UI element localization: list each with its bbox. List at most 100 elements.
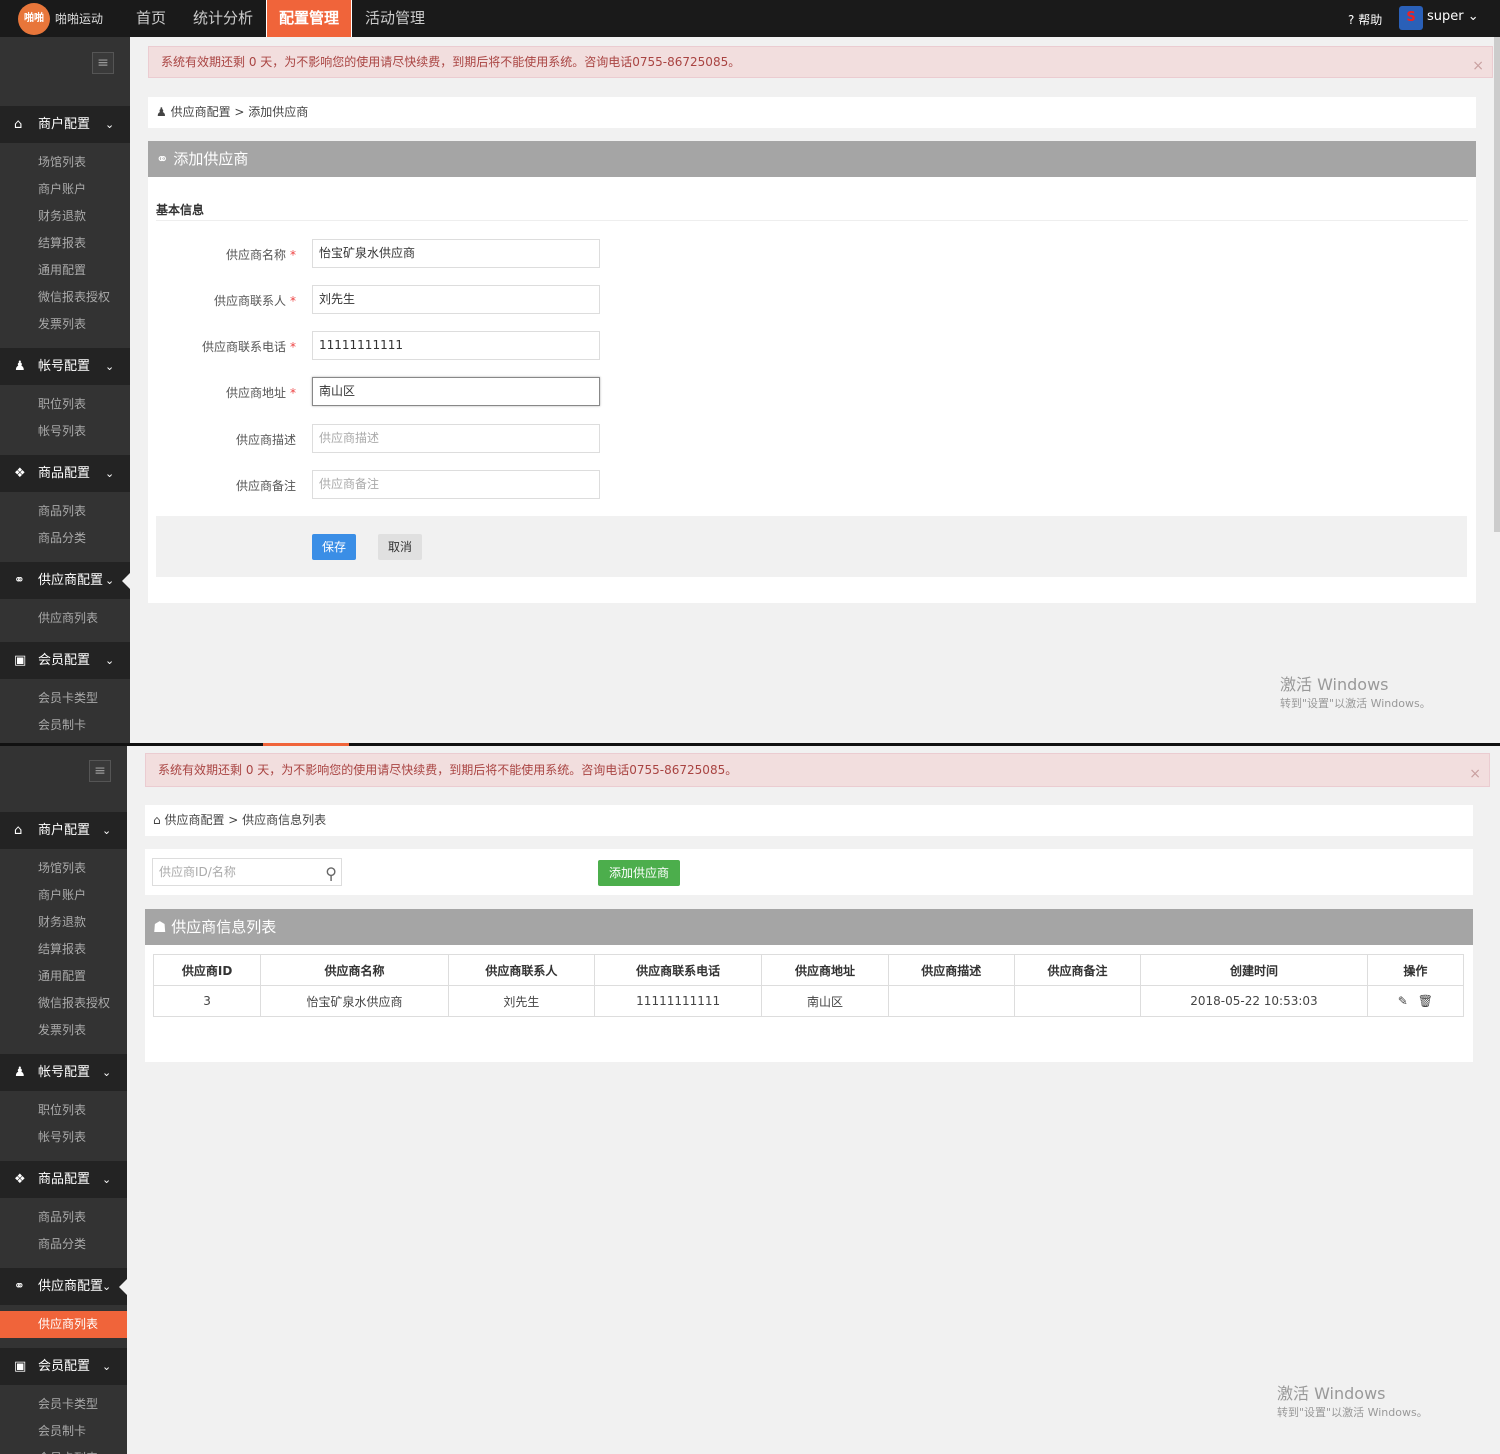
card-icon: ▣ (14, 653, 27, 668)
sidebar-item[interactable]: 商品分类 (0, 525, 130, 552)
required-mark: * (290, 340, 296, 354)
link-icon: ⚭ (156, 150, 169, 168)
sidebar-item[interactable]: 供应商列表 (0, 1311, 127, 1338)
sidebar-group-0[interactable]: ⌂ 商户配置 ⌄ (0, 812, 127, 849)
sidebar-item[interactable]: 财务退款 (0, 203, 130, 230)
sidebar-item[interactable]: 会员制卡 (0, 712, 130, 739)
sidebar-item[interactable]: 微信报表授权 (0, 284, 130, 311)
sidebar-item[interactable]: 商户账户 (0, 882, 127, 909)
nav-config[interactable]: 配置管理 (266, 0, 352, 37)
sidebar-item[interactable]: 通用配置 (0, 963, 127, 990)
field-input[interactable]: 供应商描述 (312, 424, 600, 453)
column-header: 供应商地址 (761, 954, 889, 986)
sidebar-item[interactable]: 商户账户 (0, 176, 130, 203)
sidebar-item[interactable]: 通用配置 (0, 257, 130, 284)
sidebar-item[interactable]: 发票列表 (0, 311, 130, 338)
nav-home[interactable]: 首页 (126, 0, 176, 37)
sidebar-group-label: 会员配置 (38, 1359, 91, 1374)
card-icon: ▣ (14, 1359, 27, 1374)
sidebar-item[interactable]: 商品分类 (0, 1231, 127, 1258)
sidebar-group-1[interactable]: ♟ 帐号配置 ⌄ (0, 1054, 127, 1091)
sidebar-group-4[interactable]: ▣ 会员配置 ⌄ (0, 642, 130, 679)
scrollbar[interactable] (1494, 37, 1500, 532)
add-supplier-button[interactable]: 添加供应商 (598, 860, 680, 886)
brand-logo: 啪啪 (18, 3, 50, 35)
home-icon: ⌂ (14, 823, 23, 838)
field-input[interactable]: 供应商备注 (312, 470, 600, 499)
sidebar-item[interactable]: 商品列表 (0, 1204, 127, 1231)
column-header: 供应商联系人 (447, 954, 595, 986)
user-menu[interactable]: super ⌄ (1427, 9, 1479, 24)
save-button[interactable]: 保存 (312, 534, 356, 560)
sidebar-group-label: 商户配置 (38, 823, 91, 838)
trash-icon[interactable]: 🗑 (1418, 994, 1433, 1008)
edit-icon[interactable]: ✎ (1398, 994, 1408, 1008)
user-icon: ♟ (14, 359, 26, 374)
panel-title: ⚭ 添加供应商 (148, 141, 1476, 177)
search-bar: 供应商ID/名称 ⚲ 添加供应商 (145, 849, 1473, 895)
column-header: 供应商ID (152, 954, 262, 986)
chevron-down-icon: ⌄ (105, 574, 115, 587)
table-header: 供应商ID 供应商名称 供应商联系人 供应商联系电话 供应商地址 供应商描述 供应商备注 创建… (152, 954, 1465, 986)
column-header: 供应商描述 (887, 954, 1015, 986)
chevron-down-icon: ⌄ (105, 467, 115, 480)
table-cell: 怡宝矿泉水供应商 (260, 985, 449, 1017)
sidebar-group-0[interactable]: ⌂ 商户配置 ⌄ (0, 106, 130, 143)
sidebar-item[interactable]: 会员卡列表 (0, 1445, 127, 1454)
sidebar-item[interactable]: 结算报表 (0, 230, 130, 257)
help-link[interactable]: ? 帮助 (1348, 11, 1382, 28)
sidebar-group-label: 供应商配置 (38, 1279, 104, 1294)
sidebar-group-4[interactable]: ▣ 会员配置 ⌄ (0, 1348, 127, 1385)
sidebar-item[interactable]: 帐号列表 (0, 1124, 127, 1151)
close-icon[interactable]: × (1469, 758, 1481, 790)
search-input[interactable]: 供应商ID/名称 ⚲ (152, 858, 342, 886)
windows-watermark: 激活 Windows 转到"设置"以激活 Windows。 (1277, 1384, 1428, 1419)
column-header: 操作 (1366, 954, 1465, 986)
field-input[interactable]: 11111111111 (312, 331, 600, 360)
top-navbar: 啪啪 啪啪运动 首页 统计分析 配置管理 活动管理 ? 帮助 S super ⌄ (0, 0, 1500, 37)
sidebar-item[interactable]: 商品列表 (0, 498, 130, 525)
sidebar-item[interactable]: 会员卡类型 (0, 685, 130, 712)
field-input[interactable]: 刘先生 (312, 285, 600, 314)
sidebar-item[interactable]: 会员卡类型 (0, 1391, 127, 1418)
sidebar-item[interactable]: 职位列表 (0, 1097, 127, 1124)
field-input[interactable]: 南山区 (312, 377, 600, 406)
supplier-table: 供应商ID 供应商名称 供应商联系人 供应商联系电话 供应商地址 供应商描述 供应商备注 创建… (152, 954, 1465, 1017)
sidebar-item[interactable]: 供应商列表 (0, 605, 130, 632)
cancel-button[interactable]: 取消 (378, 534, 422, 560)
sidebar-group-label: 商户配置 (38, 117, 91, 132)
sidebar-item[interactable]: 发票列表 (0, 1017, 127, 1044)
sidebar-group-label: 供应商配置 (38, 573, 104, 588)
sidebar-group-3[interactable]: ⚭ 供应商配置 ⌄ (0, 1268, 127, 1305)
field-input[interactable]: 怡宝矿泉水供应商 (312, 239, 600, 268)
sidebar-item[interactable]: 结算报表 (0, 936, 127, 963)
active-group-pointer (119, 1279, 127, 1295)
chevron-down-icon: ⌄ (102, 824, 112, 837)
column-header: 供应商联系电话 (593, 954, 763, 986)
sidebar-item[interactable]: 会员制卡 (0, 1418, 127, 1445)
panel-title: ☗ 供应商信息列表 (145, 909, 1473, 945)
nav-statistics[interactable]: 统计分析 (190, 0, 256, 37)
sidebar-group-2[interactable]: ❖ 商品配置 ⌄ (0, 455, 130, 492)
search-icon[interactable]: ⚲ (325, 861, 337, 887)
required-mark: * (290, 294, 296, 308)
gift-icon: ❖ (14, 1172, 26, 1187)
sidebar-group-3[interactable]: ⚭ 供应商配置 ⌄ (0, 562, 130, 599)
sidebar-group-2[interactable]: ❖ 商品配置 ⌄ (0, 1161, 127, 1198)
chevron-down-icon: ⌄ (105, 360, 115, 373)
sidebar-toggle[interactable]: ≡ (89, 760, 111, 782)
sidebar-item[interactable]: 场馆列表 (0, 149, 130, 176)
sidebar-item[interactable]: 场馆列表 (0, 855, 127, 882)
nav-activity[interactable]: 活动管理 (362, 0, 428, 37)
sidebar-item[interactable]: 微信报表授权 (0, 990, 127, 1017)
sidebar-item[interactable]: 帐号列表 (0, 418, 130, 445)
sidebar: ≡ ⌂ 商户配置 ⌄ 场馆列表 商户账户 财务退款 结算报表 通用配置 微信报表授权 发票列表 ♟ 帐… (0, 746, 127, 1454)
sidebar-group-1[interactable]: ♟ 帐号配置 ⌄ (0, 348, 130, 385)
avatar[interactable]: S (1399, 6, 1423, 30)
sidebar-item[interactable]: 职位列表 (0, 391, 130, 418)
sidebar-toggle[interactable]: ≡ (92, 52, 114, 74)
sidebar-item[interactable]: 财务退款 (0, 909, 127, 936)
sidebar-group-label: 商品配置 (38, 466, 91, 481)
active-tab-edge (263, 743, 349, 746)
close-icon[interactable]: × (1472, 51, 1484, 81)
